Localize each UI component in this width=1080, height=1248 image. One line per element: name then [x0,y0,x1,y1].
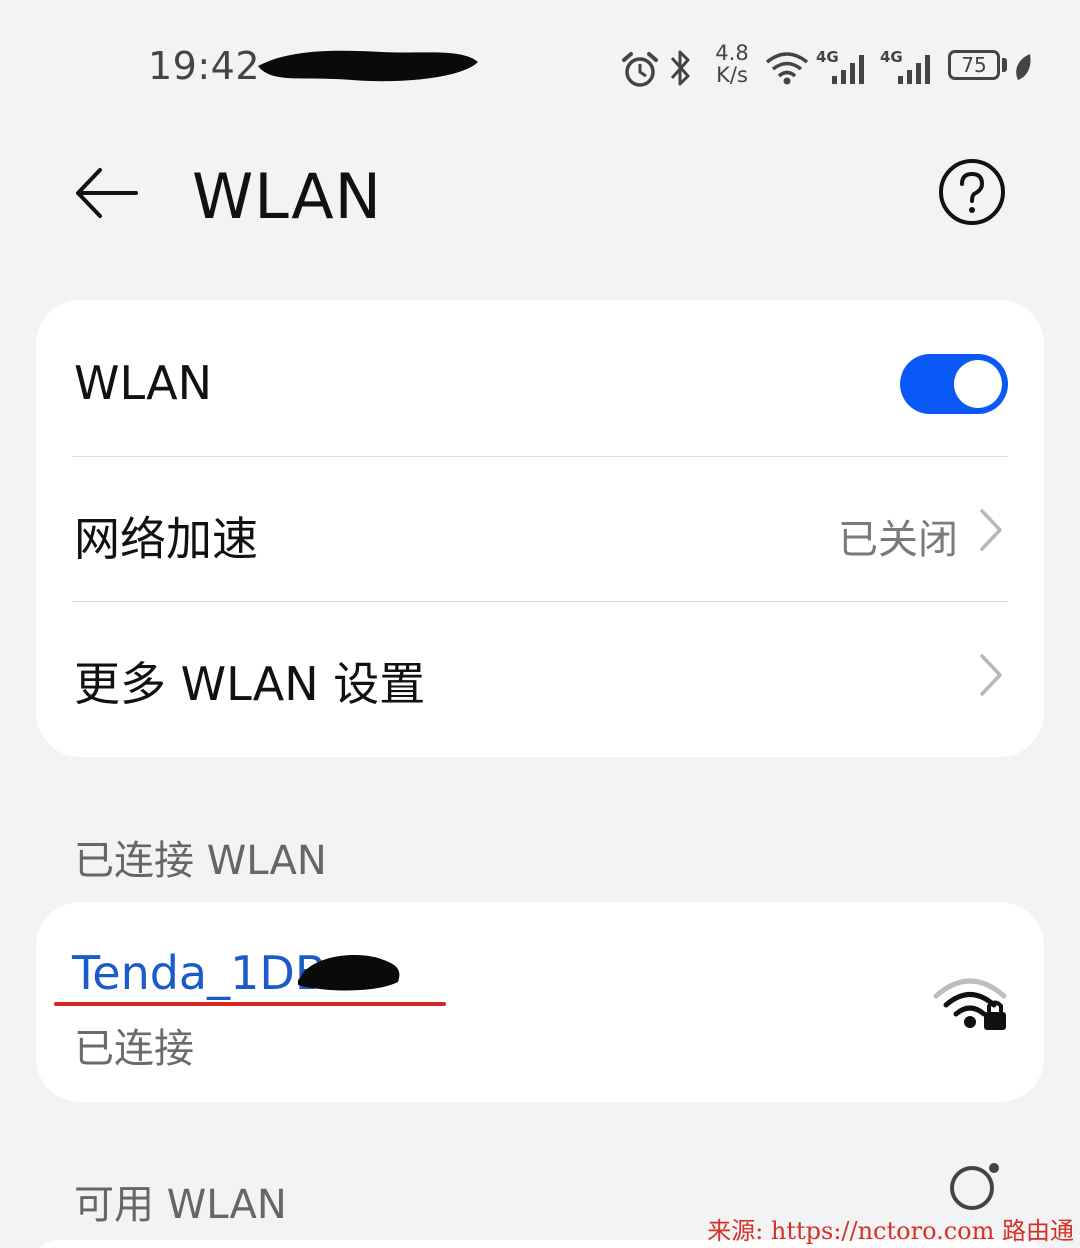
toggle-knob [954,360,1002,408]
connected-network-status: 已连接 [74,1026,194,1072]
back-arrow-icon[interactable] [70,158,144,228]
network-acceleration-label: 网络加速 [74,512,258,566]
alarm-icon [622,52,658,87]
status-time: 19:42 [148,44,261,88]
network-speed-value: 4.8 [715,41,749,65]
wlan-settings-card: WLAN 网络加速 已关闭 更多 WLAN 设置 [36,300,1044,757]
chevron-right-icon [980,654,1002,696]
wlan-toggle-label: WLAN [74,356,213,410]
network-speed: 4.8 K/s [712,42,752,86]
network-acceleration-value: 已关闭 [838,517,958,563]
eco-leaf-icon [1016,54,1031,80]
more-wlan-settings-label: 更多 WLAN 设置 [74,657,426,711]
wifi-status-icon [765,52,809,85]
status-bar: 19:42 4.8 K/s 4G 4G 75 [0,0,1080,130]
red-underline-annotation [54,1002,446,1006]
wlan-toggle-row[interactable]: WLAN [36,300,1044,456]
network-acceleration-row[interactable]: 网络加速 已关闭 [36,457,1044,601]
chevron-right-icon [980,509,1002,551]
connected-network-card[interactable]: Tenda_1DB 已连接 [36,902,1044,1102]
more-wlan-settings-row[interactable]: 更多 WLAN 设置 [36,602,1044,757]
cellular-signal-icon [898,55,930,84]
wlan-settings-screen: 19:42 4.8 K/s 4G 4G 75 WLAN WLAN 网络加速 已关… [0,0,1080,1248]
battery-tip [1002,58,1007,72]
battery-level: 75 [961,53,987,77]
source-watermark: 来源: https://nctoro.com 路由通 [707,1217,1074,1245]
status-icons: 4.8 K/s 4G 4G 75 [618,40,1048,96]
network-speed-unit: K/s [716,63,748,87]
cellular-signal-icon [832,55,864,84]
battery-icon: 75 [948,50,1000,80]
page-title: WLAN [192,160,383,233]
redacted-scribble [298,955,400,991]
bluetooth-icon [670,50,690,86]
connected-wlan-section-title: 已连接 WLAN [74,838,327,884]
available-wlan-section-title: 可用 WLAN [74,1182,287,1228]
scanning-spinner-icon [950,1163,999,1210]
wlan-toggle-switch[interactable] [900,354,1008,414]
redacted-scribble [258,50,478,82]
wifi-locked-icon [933,978,1007,1030]
help-icon[interactable] [938,158,1006,226]
connected-network-name: Tenda_1DB [72,946,327,1000]
